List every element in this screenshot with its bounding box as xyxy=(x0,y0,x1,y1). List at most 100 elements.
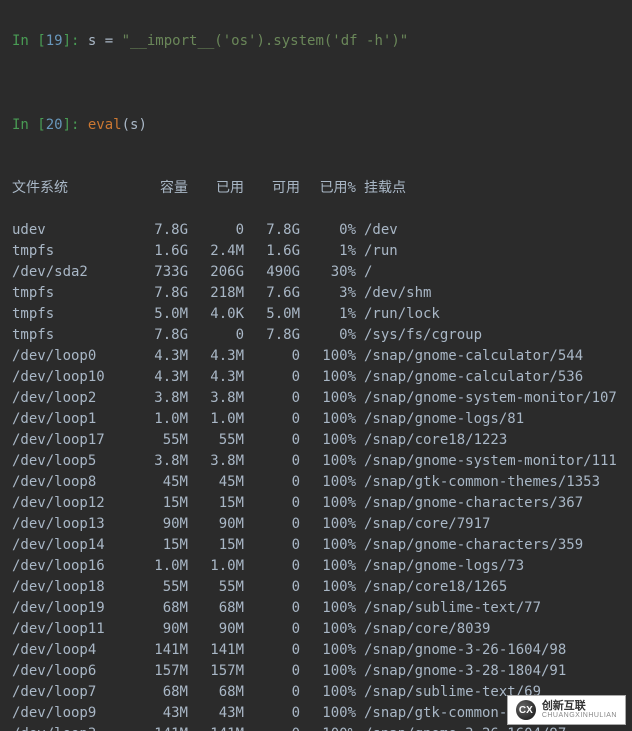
cell-avail: 0 xyxy=(244,388,300,409)
table-row: /dev/loop1190M90M0100%/snap/core/8039 xyxy=(12,619,620,640)
cell-avail: 0 xyxy=(244,619,300,640)
cell-filesystem: /dev/loop6 xyxy=(12,661,132,682)
cell-filesystem: /dev/loop0 xyxy=(12,346,132,367)
cell-mount: /snap/gnome-logs/73 xyxy=(356,556,524,577)
cell-avail: 0 xyxy=(244,577,300,598)
cell-used: 4.3M xyxy=(188,346,244,367)
cell-avail: 0 xyxy=(244,556,300,577)
table-row: /dev/loop53.8M3.8M0100%/snap/gnome-syste… xyxy=(12,451,620,472)
terminal-output: In [19]: s = "__import__('os').system('d… xyxy=(0,0,632,731)
cell-used: 3.8M xyxy=(188,451,244,472)
table-row: /dev/loop845M45M0100%/snap/gtk-common-th… xyxy=(12,472,620,493)
cell-size: 90M xyxy=(132,619,188,640)
cell-used: 90M xyxy=(188,514,244,535)
cell-used: 68M xyxy=(188,598,244,619)
col-avail: 可用 xyxy=(244,178,300,199)
cell-filesystem: /dev/loop1 xyxy=(12,409,132,430)
cell-usepct: 100% xyxy=(300,661,356,682)
cell-avail: 0 xyxy=(244,514,300,535)
cell-used: 43M xyxy=(188,703,244,724)
cell-usepct: 100% xyxy=(300,724,356,731)
table-row: /dev/loop4141M141M0100%/snap/gnome-3-26-… xyxy=(12,640,620,661)
cell-mount: /snap/gnome-calculator/536 xyxy=(356,367,583,388)
cell-filesystem: /dev/loop9 xyxy=(12,703,132,724)
cell-used: 157M xyxy=(188,661,244,682)
cell-avail: 0 xyxy=(244,367,300,388)
cell-avail: 0 xyxy=(244,535,300,556)
input-cell-20[interactable]: In [20]: eval(s) xyxy=(12,115,620,136)
cell-filesystem: /dev/loop18 xyxy=(12,577,132,598)
cell-used: 0 xyxy=(188,325,244,346)
cell-mount: /snap/gnome-logs/81 xyxy=(356,409,524,430)
cell-size: 1.0M xyxy=(132,556,188,577)
cell-filesystem: /dev/loop14 xyxy=(12,535,132,556)
cell-mount: /snap/gnome-calculator/544 xyxy=(356,346,583,367)
col-mount: 挂载点 xyxy=(356,178,406,199)
cell-used: 55M xyxy=(188,430,244,451)
cell-avail: 7.8G xyxy=(244,325,300,346)
cell-used: 4.3M xyxy=(188,367,244,388)
code-func: eval xyxy=(88,117,122,133)
cell-mount: /snap/core18/1223 xyxy=(356,430,507,451)
cell-size: 1.0M xyxy=(132,409,188,430)
cell-filesystem: /dev/loop2 xyxy=(12,388,132,409)
cell-used: 0 xyxy=(188,220,244,241)
cell-used: 1.0M xyxy=(188,556,244,577)
cell-mount: /snap/core18/1265 xyxy=(356,577,507,598)
cell-mount: /sys/fs/cgroup xyxy=(356,325,482,346)
cell-usepct: 100% xyxy=(300,535,356,556)
cell-used: 1.0M xyxy=(188,409,244,430)
table-row: udev7.8G07.8G0%/dev xyxy=(12,220,620,241)
cell-avail: 0 xyxy=(244,640,300,661)
cell-usepct: 100% xyxy=(300,430,356,451)
table-row: /dev/loop161.0M1.0M0100%/snap/gnome-logs… xyxy=(12,556,620,577)
cell-mount: /snap/gnome-characters/359 xyxy=(356,535,583,556)
cell-size: 55M xyxy=(132,430,188,451)
cell-size: 4.3M xyxy=(132,346,188,367)
cell-size: 15M xyxy=(132,535,188,556)
cell-usepct: 100% xyxy=(300,367,356,388)
df-header-row: 文件系统容量已用可用已用%挂载点 xyxy=(12,178,620,199)
cell-mount: /snap/sublime-text/77 xyxy=(356,598,541,619)
cell-mount: /snap/gnome-system-monitor/107 xyxy=(356,388,617,409)
in-prompt-number: 19 xyxy=(46,33,63,49)
cell-usepct: 1% xyxy=(300,304,356,325)
cell-filesystem: /dev/sda2 xyxy=(12,262,132,283)
col-filesystem: 文件系统 xyxy=(12,178,132,199)
cell-size: 45M xyxy=(132,472,188,493)
cell-mount: /dev/shm xyxy=(356,283,431,304)
cell-avail: 1.6G xyxy=(244,241,300,262)
cell-filesystem: /dev/loop7 xyxy=(12,682,132,703)
cell-used: 90M xyxy=(188,619,244,640)
cell-filesystem: /dev/loop5 xyxy=(12,451,132,472)
cell-size: 7.8G xyxy=(132,220,188,241)
cell-used: 68M xyxy=(188,682,244,703)
cell-size: 141M xyxy=(132,724,188,731)
cell-size: 55M xyxy=(132,577,188,598)
cell-mount: / xyxy=(356,262,372,283)
cell-usepct: 30% xyxy=(300,262,356,283)
cell-filesystem: /dev/loop4 xyxy=(12,640,132,661)
code-arg: (s) xyxy=(122,117,147,133)
cell-mount: /snap/gnome-system-monitor/111 xyxy=(356,451,617,472)
table-row: /dev/loop23.8M3.8M0100%/snap/gnome-syste… xyxy=(12,388,620,409)
cell-filesystem: /dev/loop10 xyxy=(12,367,132,388)
cell-mount: /snap/gtk-common-themes/1353 xyxy=(356,472,600,493)
cell-usepct: 100% xyxy=(300,640,356,661)
cell-mount: /snap/gnome-3-26-1604/97 xyxy=(356,724,566,731)
cell-usepct: 100% xyxy=(300,598,356,619)
cell-mount: /snap/core/7917 xyxy=(356,514,490,535)
cell-used: 4.0K xyxy=(188,304,244,325)
cell-used: 2.4M xyxy=(188,241,244,262)
cell-filesystem: tmpfs xyxy=(12,241,132,262)
table-row: /dev/loop3141M141M0100%/snap/gnome-3-26-… xyxy=(12,724,620,731)
cell-mount: /run/lock xyxy=(356,304,440,325)
cell-filesystem: udev xyxy=(12,220,132,241)
table-row: /dev/loop6157M157M0100%/snap/gnome-3-28-… xyxy=(12,661,620,682)
col-used: 已用 xyxy=(188,178,244,199)
in-prompt-close: ]: xyxy=(63,33,88,49)
cell-used: 3.8M xyxy=(188,388,244,409)
cell-usepct: 100% xyxy=(300,514,356,535)
cell-usepct: 100% xyxy=(300,682,356,703)
input-cell-19[interactable]: In [19]: s = "__import__('os').system('d… xyxy=(12,31,620,52)
